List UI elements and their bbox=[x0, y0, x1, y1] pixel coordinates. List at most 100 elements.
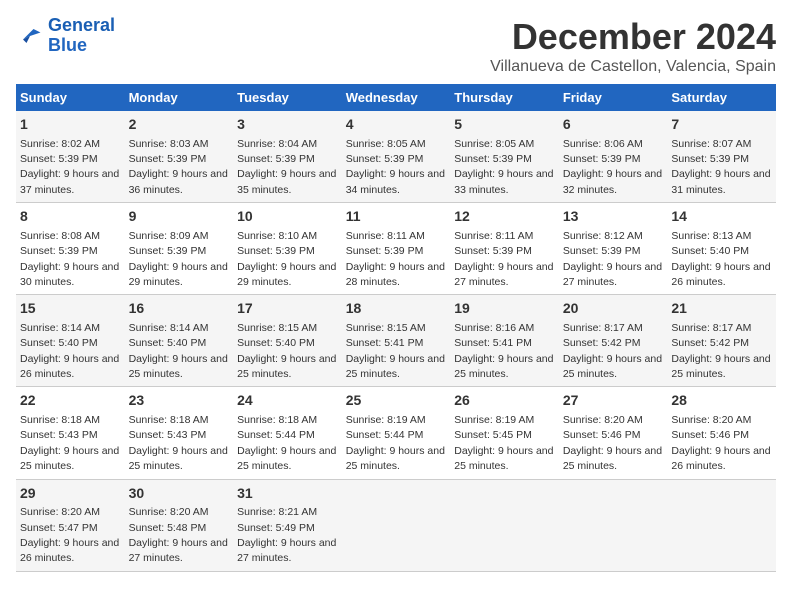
calendar-week-row: 29Sunrise: 8:20 AMSunset: 5:47 PMDayligh… bbox=[16, 479, 776, 571]
day-info: Sunrise: 8:04 AMSunset: 5:39 PMDaylight:… bbox=[237, 138, 336, 196]
table-row: 23 Sunrise: 8:18 AMSunset: 5:43 PMDayligh… bbox=[125, 387, 234, 479]
day-info: Sunrise: 8:11 AMSunset: 5:39 PMDaylight:… bbox=[454, 230, 553, 288]
calendar-week-row: 15 Sunrise: 8:14 AMSunset: 5:40 PMDayligh… bbox=[16, 295, 776, 387]
header-monday: Monday bbox=[125, 84, 234, 111]
header-wednesday: Wednesday bbox=[342, 84, 451, 111]
table-row: 5 Sunrise: 8:05 AMSunset: 5:39 PMDaylight… bbox=[450, 111, 559, 203]
day-number: 28 bbox=[671, 391, 772, 411]
day-number: 11 bbox=[346, 207, 447, 227]
day-number: 18 bbox=[346, 299, 447, 319]
header-tuesday: Tuesday bbox=[233, 84, 342, 111]
table-row: 4 Sunrise: 8:05 AMSunset: 5:39 PMDaylight… bbox=[342, 111, 451, 203]
day-number: 8 bbox=[20, 207, 121, 227]
day-info: Sunrise: 8:15 AMSunset: 5:40 PMDaylight:… bbox=[237, 322, 336, 380]
day-number: 19 bbox=[454, 299, 555, 319]
day-info: Sunrise: 8:10 AMSunset: 5:39 PMDaylight:… bbox=[237, 230, 336, 288]
table-row: 19Sunrise: 8:16 AMSunset: 5:41 PMDayligh… bbox=[450, 295, 559, 387]
table-row: 10Sunrise: 8:10 AMSunset: 5:39 PMDayligh… bbox=[233, 203, 342, 295]
table-row: 25Sunrise: 8:19 AMSunset: 5:44 PMDayligh… bbox=[342, 387, 451, 479]
header-thursday: Thursday bbox=[450, 84, 559, 111]
day-info: Sunrise: 8:17 AMSunset: 5:42 PMDaylight:… bbox=[671, 322, 770, 380]
day-info: Sunrise: 8:20 AMSunset: 5:48 PMDaylight:… bbox=[129, 506, 228, 564]
table-row: 18 Sunrise: 8:15 AMSunset: 5:41 PMDayligh… bbox=[342, 295, 451, 387]
table-row: 15 Sunrise: 8:14 AMSunset: 5:40 PMDayligh… bbox=[16, 295, 125, 387]
day-number: 2 bbox=[129, 115, 230, 135]
day-info: Sunrise: 8:20 AMSunset: 5:46 PMDaylight:… bbox=[671, 414, 770, 472]
table-row: 16 Sunrise: 8:14 AMSunset: 5:40 PMDayligh… bbox=[125, 295, 234, 387]
day-number: 17 bbox=[237, 299, 338, 319]
table-row: 9Sunrise: 8:09 AMSunset: 5:39 PMDaylight… bbox=[125, 203, 234, 295]
table-row: 14 Sunrise: 8:13 AMSunset: 5:40 PMDayligh… bbox=[667, 203, 776, 295]
day-number: 16 bbox=[129, 299, 230, 319]
day-info: Sunrise: 8:12 AMSunset: 5:39 PMDaylight:… bbox=[563, 230, 662, 288]
calendar-week-row: 8 Sunrise: 8:08 AMSunset: 5:39 PMDaylight… bbox=[16, 203, 776, 295]
day-number: 20 bbox=[563, 299, 664, 319]
table-row: 29Sunrise: 8:20 AMSunset: 5:47 PMDayligh… bbox=[16, 479, 125, 571]
day-number: 12 bbox=[454, 207, 555, 227]
calendar-week-row: 1 Sunrise: 8:02 AMSunset: 5:39 PMDaylight… bbox=[16, 111, 776, 203]
day-number: 27 bbox=[563, 391, 664, 411]
day-number: 26 bbox=[454, 391, 555, 411]
day-info: Sunrise: 8:07 AMSunset: 5:39 PMDaylight:… bbox=[671, 138, 770, 196]
day-number: 3 bbox=[237, 115, 338, 135]
table-row: 31Sunrise: 8:21 AMSunset: 5:49 PMDayligh… bbox=[233, 479, 342, 571]
table-row: 7 Sunrise: 8:07 AMSunset: 5:39 PMDaylight… bbox=[667, 111, 776, 203]
table-row: 3 Sunrise: 8:04 AMSunset: 5:39 PMDaylight… bbox=[233, 111, 342, 203]
day-number: 6 bbox=[563, 115, 664, 135]
day-number: 14 bbox=[671, 207, 772, 227]
day-info: Sunrise: 8:17 AMSunset: 5:42 PMDaylight:… bbox=[563, 322, 662, 380]
table-row: 28 Sunrise: 8:20 AMSunset: 5:46 PMDayligh… bbox=[667, 387, 776, 479]
day-number: 15 bbox=[20, 299, 121, 319]
day-number: 31 bbox=[237, 484, 338, 504]
day-number: 5 bbox=[454, 115, 555, 135]
day-info: Sunrise: 8:18 AMSunset: 5:43 PMDaylight:… bbox=[20, 414, 119, 472]
table-row: 1 Sunrise: 8:02 AMSunset: 5:39 PMDaylight… bbox=[16, 111, 125, 203]
day-info: Sunrise: 8:05 AMSunset: 5:39 PMDaylight:… bbox=[454, 138, 553, 196]
title-block: December 2024 Villanueva de Castellon, V… bbox=[490, 16, 776, 76]
table-row: 27 Sunrise: 8:20 AMSunset: 5:46 PMDayligh… bbox=[559, 387, 668, 479]
table-row: 24Sunrise: 8:18 AMSunset: 5:44 PMDayligh… bbox=[233, 387, 342, 479]
table-row: 2 Sunrise: 8:03 AMSunset: 5:39 PMDaylight… bbox=[125, 111, 234, 203]
day-number: 7 bbox=[671, 115, 772, 135]
day-info: Sunrise: 8:19 AMSunset: 5:45 PMDaylight:… bbox=[454, 414, 553, 472]
location-title: Villanueva de Castellon, Valencia, Spain bbox=[490, 58, 776, 76]
table-row: 22 Sunrise: 8:18 AMSunset: 5:43 PMDayligh… bbox=[16, 387, 125, 479]
table-row: 26 Sunrise: 8:19 AMSunset: 5:45 PMDayligh… bbox=[450, 387, 559, 479]
day-info: Sunrise: 8:06 AMSunset: 5:39 PMDaylight:… bbox=[563, 138, 662, 196]
day-info: Sunrise: 8:14 AMSunset: 5:40 PMDaylight:… bbox=[20, 322, 119, 380]
day-info: Sunrise: 8:02 AMSunset: 5:39 PMDaylight:… bbox=[20, 138, 119, 196]
day-number: 4 bbox=[346, 115, 447, 135]
day-info: Sunrise: 8:05 AMSunset: 5:39 PMDaylight:… bbox=[346, 138, 445, 196]
table-row: 8 Sunrise: 8:08 AMSunset: 5:39 PMDaylight… bbox=[16, 203, 125, 295]
table-row bbox=[667, 479, 776, 571]
month-title: December 2024 bbox=[490, 16, 776, 58]
day-info: Sunrise: 8:21 AMSunset: 5:49 PMDaylight:… bbox=[237, 506, 336, 564]
header-saturday: Saturday bbox=[667, 84, 776, 111]
day-info: Sunrise: 8:14 AMSunset: 5:40 PMDaylight:… bbox=[129, 322, 228, 380]
day-info: Sunrise: 8:03 AMSunset: 5:39 PMDaylight:… bbox=[129, 138, 228, 196]
table-row bbox=[559, 479, 668, 571]
day-info: Sunrise: 8:09 AMSunset: 5:39 PMDaylight:… bbox=[129, 230, 228, 288]
calendar-table: Sunday Monday Tuesday Wednesday Thursday… bbox=[16, 84, 776, 572]
day-number: 30 bbox=[129, 484, 230, 504]
calendar-week-row: 22 Sunrise: 8:18 AMSunset: 5:43 PMDayligh… bbox=[16, 387, 776, 479]
day-info: Sunrise: 8:08 AMSunset: 5:39 PMDaylight:… bbox=[20, 230, 119, 288]
table-row: 30Sunrise: 8:20 AMSunset: 5:48 PMDayligh… bbox=[125, 479, 234, 571]
day-info: Sunrise: 8:18 AMSunset: 5:43 PMDaylight:… bbox=[129, 414, 228, 472]
day-number: 29 bbox=[20, 484, 121, 504]
logo-icon bbox=[16, 22, 44, 50]
day-number: 23 bbox=[129, 391, 230, 411]
table-row: 12 Sunrise: 8:11 AMSunset: 5:39 PMDayligh… bbox=[450, 203, 559, 295]
header-friday: Friday bbox=[559, 84, 668, 111]
day-number: 13 bbox=[563, 207, 664, 227]
day-info: Sunrise: 8:15 AMSunset: 5:41 PMDaylight:… bbox=[346, 322, 445, 380]
day-info: Sunrise: 8:19 AMSunset: 5:44 PMDaylight:… bbox=[346, 414, 445, 472]
day-number: 1 bbox=[20, 115, 121, 135]
table-row: 13 Sunrise: 8:12 AMSunset: 5:39 PMDayligh… bbox=[559, 203, 668, 295]
table-row: 11Sunrise: 8:11 AMSunset: 5:39 PMDayligh… bbox=[342, 203, 451, 295]
day-info: Sunrise: 8:13 AMSunset: 5:40 PMDaylight:… bbox=[671, 230, 770, 288]
day-info: Sunrise: 8:20 AMSunset: 5:46 PMDaylight:… bbox=[563, 414, 662, 472]
calendar-header-row: Sunday Monday Tuesday Wednesday Thursday… bbox=[16, 84, 776, 111]
day-number: 22 bbox=[20, 391, 121, 411]
logo-text: General Blue bbox=[48, 16, 115, 56]
